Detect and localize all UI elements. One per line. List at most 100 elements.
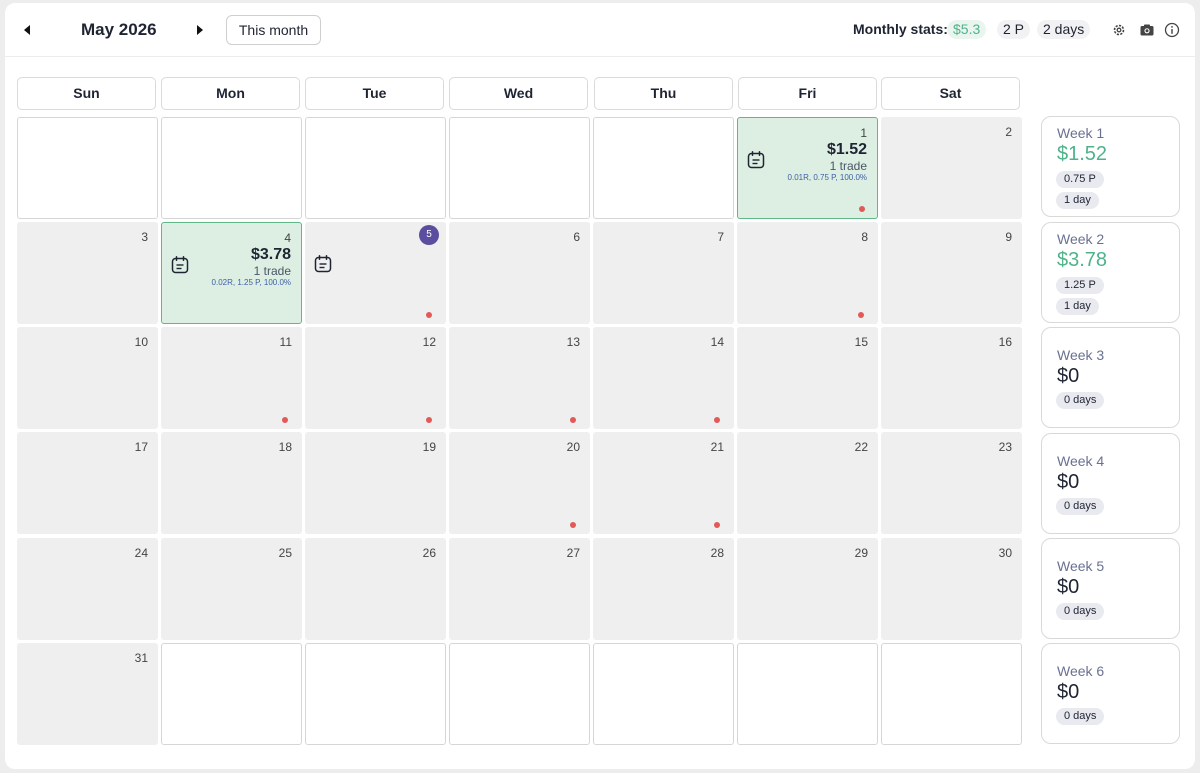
day-cell-29[interactable]: 29 [737,538,878,640]
calendar-cell-empty [17,117,158,219]
day-number: 20 [566,440,580,454]
day-number: 16 [998,335,1012,349]
caret-left-icon [24,25,30,35]
day-cell-28[interactable]: 28 [593,538,734,640]
calendar-cell-empty [305,117,446,219]
day-cell-1[interactable]: 1 $1.52 1 trade 0.01R, 0.75 P, 100.0% [737,117,878,219]
day-number: 29 [854,546,868,560]
day-cell-26[interactable]: 26 [305,538,446,640]
day-number: 15 [854,335,868,349]
day-number: 17 [134,440,148,454]
day-cell-4[interactable]: 4 $3.78 1 trade 0.02R, 1.25 P, 100.0% [161,222,302,324]
day-trade-stats: 0.02R, 1.25 P, 100.0% [211,278,291,287]
month-title: May 2026 [81,20,157,39]
day-number: 12 [422,335,436,349]
day-number: 1 [860,126,867,140]
day-cell-11[interactable]: 11 [161,327,302,429]
week-summary-card-5[interactable]: Week 5 $0 0 days [1041,538,1180,639]
day-cell-31[interactable]: 31 [17,643,158,745]
weekday-header-wed: Wed [449,77,588,110]
day-number: 18 [278,440,292,454]
journal-note-icon[interactable] [170,255,190,275]
week-amount: $0 [1057,681,1080,703]
journal-note-icon[interactable] [746,150,766,170]
day-cell-7[interactable]: 7 [593,222,734,324]
day-cell-3[interactable]: 3 [17,222,158,324]
week-title: Week 3 [1057,347,1105,363]
monthly-profit-badge: $5.3 [947,20,987,39]
week-title: Week 1 [1057,125,1105,141]
day-cell-25[interactable]: 25 [161,538,302,640]
day-number: 28 [710,546,724,560]
day-cell-12[interactable]: 12 [305,327,446,429]
marker-dot [859,206,865,212]
weekday-header-sat: Sat [881,77,1020,110]
marker-dot [714,522,720,528]
day-cell-27[interactable]: 27 [449,538,590,640]
week-title: Week 4 [1057,453,1105,469]
week-days-chip: 0 days [1056,392,1105,409]
day-cell-13[interactable]: 13 [449,327,590,429]
day-cell-17[interactable]: 17 [17,432,158,534]
day-cell-6[interactable]: 6 [449,222,590,324]
calendar-cell-empty [593,117,734,219]
day-cell-30[interactable]: 30 [881,538,1022,640]
calendar-cell-empty [881,643,1022,745]
day-cell-5[interactable]: 5 [305,222,446,324]
camera-icon[interactable] [1139,22,1155,38]
monthly-points-badge: 2 P [997,20,1031,39]
monthly-stats-label: Monthly stats: [853,21,948,37]
marker-dot [426,417,432,423]
week-amount: $1.52 [1057,143,1108,165]
marker-dot [570,522,576,528]
day-cell-22[interactable]: 22 [737,432,878,534]
day-number: 9 [1005,230,1012,244]
week-days-chip: 0 days [1056,603,1105,620]
week-title: Week 2 [1057,231,1105,247]
day-cell-16[interactable]: 16 [881,327,1022,429]
day-number: 21 [710,440,724,454]
day-number: 31 [134,651,148,665]
day-number: 10 [134,335,148,349]
day-cell-23[interactable]: 23 [881,432,1022,534]
week-summary-card-3[interactable]: Week 3 $0 0 days [1041,327,1180,428]
day-number: 3 [141,230,148,244]
week-days-chip: 0 days [1056,708,1105,725]
gear-icon[interactable] [1111,22,1127,38]
next-month-button[interactable] [191,19,209,41]
previous-month-button[interactable] [18,19,36,41]
day-cell-19[interactable]: 19 [305,432,446,534]
day-pnl: $3.78 [250,246,291,263]
day-cell-24[interactable]: 24 [17,538,158,640]
week-summary-card-2[interactable]: Week 2 $3.78 1.25 P 1 day [1041,222,1180,323]
day-cell-8[interactable]: 8 [737,222,878,324]
day-cell-10[interactable]: 10 [17,327,158,429]
info-icon[interactable] [1164,22,1180,38]
day-number: 22 [854,440,868,454]
day-number: 25 [278,546,292,560]
day-cell-2[interactable]: 2 [881,117,1022,219]
week-points-chip: 1.25 P [1056,277,1104,294]
day-number: 26 [422,546,436,560]
calendar-cell-empty [449,643,590,745]
weekday-header-fri: Fri [738,77,877,110]
day-cell-21[interactable]: 21 [593,432,734,534]
journal-note-icon[interactable] [313,254,333,274]
week-summary-card-4[interactable]: Week 4 $0 0 days [1041,433,1180,534]
week-summary-card-6[interactable]: Week 6 $0 0 days [1041,643,1180,744]
day-cell-9[interactable]: 9 [881,222,1022,324]
marker-dot [570,417,576,423]
day-cell-15[interactable]: 15 [737,327,878,429]
week-points-chip: 0.75 P [1056,171,1104,188]
calendar-cell-empty [305,643,446,745]
day-cell-20[interactable]: 20 [449,432,590,534]
weekday-header-mon: Mon [161,77,300,110]
day-number: 6 [573,230,580,244]
week-days-chip: 1 day [1056,192,1099,209]
day-cell-14[interactable]: 14 [593,327,734,429]
day-cell-18[interactable]: 18 [161,432,302,534]
this-month-button[interactable]: This month [226,15,321,45]
weekday-header-thu: Thu [594,77,733,110]
day-number: 23 [998,440,1012,454]
week-summary-card-1[interactable]: Week 1 $1.52 0.75 P 1 day [1041,116,1180,217]
